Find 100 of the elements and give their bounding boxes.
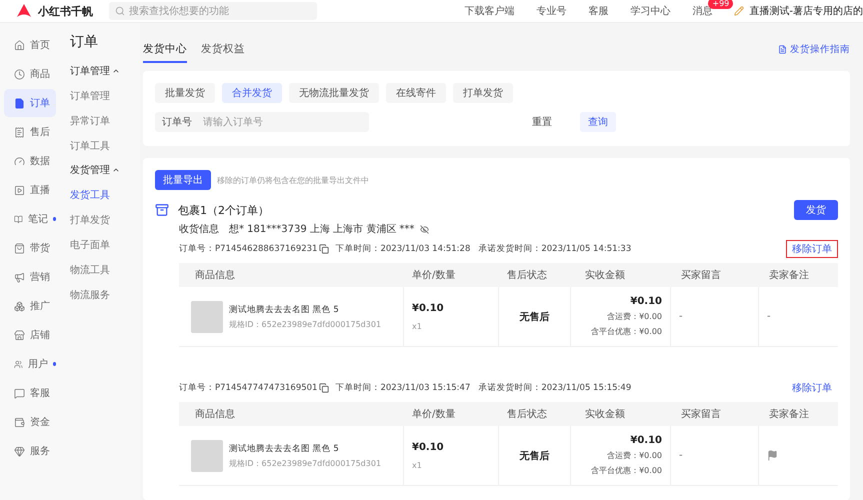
top-nav-link[interactable]: 专业号 bbox=[536, 4, 566, 18]
pencil-icon bbox=[734, 6, 744, 16]
unit-price: ¥0.10 bbox=[412, 442, 444, 452]
document-icon bbox=[778, 45, 787, 54]
users-icon bbox=[14, 358, 23, 370]
sidebar-label: 资金 bbox=[30, 416, 50, 429]
chat-icon bbox=[14, 388, 25, 398]
sidebar-item[interactable]: 店铺 bbox=[4, 321, 56, 349]
sidebar-label: 笔记 bbox=[28, 213, 48, 226]
sidebar-label: 商品 bbox=[30, 68, 50, 81]
sidebar-item[interactable]: 用户 bbox=[4, 350, 56, 378]
ship-mode-button[interactable]: 无物流批量发货 bbox=[289, 83, 379, 103]
sidebar-label: 售后 bbox=[30, 126, 50, 139]
sidebar-label: 用户 bbox=[28, 358, 48, 371]
ship-mode-button[interactable]: 批量发货 bbox=[155, 83, 215, 103]
account-name[interactable]: 直播测试-薯店专用的店的 bbox=[749, 4, 863, 18]
column-header: 卖家备注 bbox=[759, 402, 838, 426]
search-field[interactable]: 搜索查找你想要的功能 bbox=[109, 2, 317, 20]
sidebar-item[interactable]: 首页 bbox=[4, 31, 56, 59]
subnav-item[interactable]: 电子面单 bbox=[70, 232, 140, 257]
sidebar-item[interactable]: 推广 bbox=[4, 292, 56, 320]
sidebar-item[interactable]: 笔记 bbox=[4, 205, 56, 233]
bag-icon bbox=[14, 242, 25, 254]
ship-mode-button[interactable]: 打单发货 bbox=[453, 83, 513, 103]
product-name: 测试地腾去去去名图 黑色 5 bbox=[229, 442, 340, 454]
quantity: x1 bbox=[412, 322, 422, 330]
export-button[interactable]: 批量导出 bbox=[155, 170, 211, 190]
ship-button[interactable]: 发货 bbox=[794, 200, 838, 220]
recipient-info: 想* 181***3739 上海 上海市 黄浦区 *** bbox=[229, 222, 414, 236]
tab[interactable]: 发货中心 bbox=[143, 42, 187, 63]
logo-icon bbox=[16, 3, 32, 19]
subnav-item[interactable]: 物流服务 bbox=[70, 282, 140, 307]
column-header: 商品信息 bbox=[179, 402, 404, 426]
sidebar-item[interactable]: 数据 bbox=[4, 147, 56, 175]
sidebar-item[interactable]: 带货 bbox=[4, 234, 56, 262]
shipping-fee: 含运费：¥0.00 bbox=[607, 311, 662, 322]
sidebar-item[interactable]: 售后 bbox=[4, 118, 56, 146]
top-nav-link[interactable]: 学习中心 bbox=[630, 4, 670, 18]
gauge-icon bbox=[14, 156, 25, 166]
nav-group-header[interactable]: 订单管理 bbox=[70, 59, 140, 83]
guide-link[interactable]: 发货操作指南 bbox=[778, 43, 850, 56]
promise-time: 承诺发货时间：2023/11/05 15:15:49 bbox=[478, 382, 632, 394]
eye-off-icon[interactable] bbox=[420, 224, 430, 234]
sidebar-label: 首页 bbox=[30, 39, 50, 52]
subnav-item[interactable]: 订单工具 bbox=[70, 133, 140, 158]
platform-discount: 含平台优惠：¥0.00 bbox=[591, 465, 662, 476]
remove-order-link[interactable]: 移除订单 bbox=[786, 240, 838, 258]
tab[interactable]: 发货权益 bbox=[201, 42, 245, 63]
ship-mode-button[interactable]: 在线寄件 bbox=[386, 83, 446, 103]
logo-text: 小红书千帆 bbox=[38, 4, 93, 18]
sidebar-item[interactable]: 商品 bbox=[4, 60, 56, 88]
sidebar-item[interactable]: 服务 bbox=[4, 437, 56, 465]
sidebar-label: 数据 bbox=[30, 155, 50, 168]
quantity: x1 bbox=[412, 460, 422, 470]
after-sale-status: 无售后 bbox=[520, 310, 550, 324]
subnav-item[interactable]: 发货工具 bbox=[70, 182, 140, 207]
column-header: 售后状态 bbox=[499, 263, 571, 287]
sidebar-label: 营销 bbox=[30, 270, 50, 284]
section-title: 订单 bbox=[70, 33, 99, 51]
column-header: 单价/数量 bbox=[404, 263, 499, 287]
subnav-item[interactable]: 物流工具 bbox=[70, 257, 140, 282]
copy-icon[interactable] bbox=[319, 383, 330, 393]
play-icon bbox=[14, 184, 25, 196]
sidebar-item[interactable]: 直播 bbox=[4, 176, 56, 204]
column-header: 实收金额 bbox=[571, 402, 671, 426]
unit-price: ¥0.10 bbox=[412, 302, 444, 314]
ship-mode-button[interactable]: 合并发货 bbox=[222, 83, 282, 103]
sidebar-item[interactable]: 客服 bbox=[4, 379, 56, 407]
home-icon bbox=[14, 40, 25, 50]
after-sale-status: 无售后 bbox=[520, 450, 550, 462]
subnav-item[interactable]: 异常订单 bbox=[70, 108, 140, 133]
sidebar-item[interactable]: 资金 bbox=[4, 408, 56, 436]
nav-group-header[interactable]: 发货管理 bbox=[70, 158, 140, 182]
column-header: 售后状态 bbox=[499, 402, 571, 426]
subnav-item[interactable]: 订单管理 bbox=[70, 83, 140, 108]
column-header: 买家留言 bbox=[671, 263, 759, 287]
sidebar-label: 客服 bbox=[30, 386, 50, 400]
promise-time: 承诺发货时间：2023/11/05 14:51:33 bbox=[478, 243, 632, 255]
remove-order-link[interactable]: 移除订单 bbox=[786, 379, 838, 397]
sidebar-item[interactable]: 营销 bbox=[4, 263, 56, 291]
order-number: 订单号：P714546288637169231 bbox=[179, 243, 318, 255]
sidebar-label: 店铺 bbox=[30, 328, 50, 342]
sidebar-label: 直播 bbox=[30, 184, 50, 197]
megaphone-icon bbox=[14, 272, 25, 282]
column-header: 单价/数量 bbox=[404, 402, 499, 426]
sidebar-item[interactable]: 订单 bbox=[4, 89, 56, 117]
column-header: 商品信息 bbox=[179, 263, 404, 287]
query-button[interactable]: 查询 bbox=[580, 112, 616, 132]
document-icon bbox=[14, 98, 25, 108]
top-nav-link[interactable]: 下载客户端 bbox=[464, 4, 514, 18]
package-title: 包裹1（2个订单） bbox=[178, 202, 269, 218]
order-number: 订单号：P714547747473169501 bbox=[179, 382, 318, 394]
top-nav-link[interactable]: 客服 bbox=[588, 4, 608, 18]
order-time: 下单时间：2023/11/03 15:15:47 bbox=[335, 382, 470, 394]
copy-icon[interactable] bbox=[319, 244, 330, 254]
clock-icon bbox=[14, 68, 25, 80]
subnav-item[interactable]: 打单发货 bbox=[70, 207, 140, 232]
flag-icon[interactable] bbox=[767, 450, 778, 461]
reset-button[interactable]: 重置 bbox=[524, 112, 560, 132]
sidebar-label: 服务 bbox=[30, 445, 50, 458]
